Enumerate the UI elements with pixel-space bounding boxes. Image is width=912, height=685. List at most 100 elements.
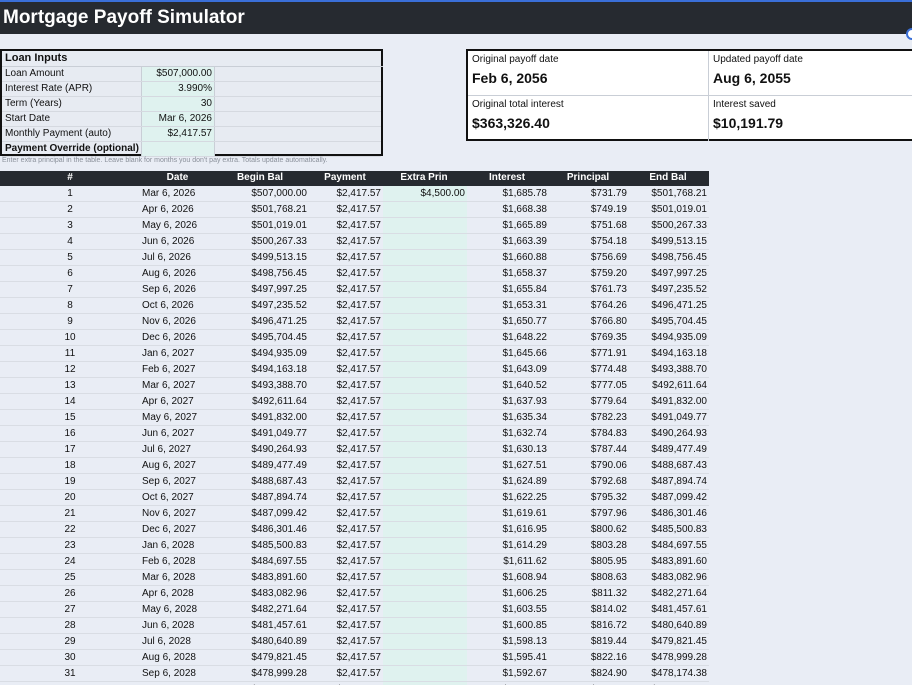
row-extra-prin-field[interactable] xyxy=(383,522,467,537)
input-row-loan-amount: Loan Amount $507,000.00 xyxy=(2,67,381,82)
row-interest: $1,685.78 xyxy=(502,188,548,199)
col-header-begin-bal: Begin Bal xyxy=(236,172,284,183)
row-number: 14 xyxy=(64,396,76,407)
row-extra-prin-field[interactable] xyxy=(383,506,467,521)
col-header-payment: Payment xyxy=(324,172,366,183)
row-end-bal: $492,611.64 xyxy=(652,380,707,391)
row-extra-prin-field[interactable] xyxy=(383,570,467,585)
row-extra-prin-field[interactable] xyxy=(383,394,467,409)
loan-amount-field[interactable]: $507,000.00 xyxy=(142,67,215,81)
row-extra-prin-field[interactable] xyxy=(383,554,467,569)
row-extra-prin-field[interactable] xyxy=(383,378,467,393)
row-extra-prin-field[interactable] xyxy=(383,666,467,681)
original-payoff-label: Original payoff date xyxy=(472,54,559,65)
row-begin-bal: $483,082.96 xyxy=(251,588,307,599)
row-extra-prin-field[interactable] xyxy=(383,618,467,633)
row-begin-bal: $480,640.89 xyxy=(251,636,307,647)
row-end-bal: $496,471.25 xyxy=(651,300,707,311)
row-date: Sep 6, 2027 xyxy=(142,476,196,487)
row-interest: $1,632.74 xyxy=(502,428,548,439)
row-principal: $800.62 xyxy=(590,524,627,535)
row-principal: $824.90 xyxy=(590,668,627,679)
row-date: Jun 6, 2027 xyxy=(142,428,195,439)
row-extra-prin-field[interactable] xyxy=(383,634,467,649)
row-payment: $2,417.57 xyxy=(336,460,382,471)
start-date-field[interactable]: Mar 6, 2026 xyxy=(142,112,215,126)
row-extra-prin-field[interactable] xyxy=(383,602,467,617)
row-date: Jan 6, 2027 xyxy=(142,348,195,359)
row-extra-prin-field[interactable] xyxy=(383,202,467,217)
row-number: 20 xyxy=(64,492,76,503)
row-payment: $2,417.57 xyxy=(336,636,382,647)
row-date: Aug 6, 2027 xyxy=(142,460,196,471)
row-begin-bal: $487,894.74 xyxy=(251,492,307,503)
interest-saved-label: Interest saved xyxy=(713,99,776,110)
table-row: 6 Aug 6, 2026 $498,756.45 $2,417.57 $1,658.3… xyxy=(0,266,709,282)
col-header-date: Date xyxy=(166,172,189,183)
row-extra-prin-field[interactable] xyxy=(383,426,467,441)
table-row: 1 Mar 6, 2026 $507,000.00 $2,417.57 $4,500.0… xyxy=(0,186,709,202)
row-interest: $1,595.41 xyxy=(502,652,548,663)
row-begin-bal: $499,513.15 xyxy=(251,252,307,263)
row-extra-prin-field[interactable] xyxy=(383,282,467,297)
row-principal: $756.69 xyxy=(590,252,627,263)
row-date: May 6, 2027 xyxy=(142,412,198,423)
row-payment: $2,417.57 xyxy=(336,588,382,599)
row-extra-prin-field[interactable] xyxy=(383,474,467,489)
row-extra-prin-field[interactable] xyxy=(383,586,467,601)
row-date: Aug 6, 2028 xyxy=(142,652,196,663)
row-payment: $2,417.57 xyxy=(336,348,382,359)
row-date: Apr 6, 2028 xyxy=(142,588,194,599)
row-extra-prin-field[interactable] xyxy=(383,442,467,457)
start-date-label: Start Date xyxy=(2,112,142,126)
term-field[interactable]: 30 xyxy=(142,97,215,111)
instructions-note: Enter extra principal in the table. Leav… xyxy=(2,157,328,164)
row-number: 28 xyxy=(64,620,76,631)
row-principal: $731.79 xyxy=(590,188,627,199)
row-principal: $784.83 xyxy=(590,428,627,439)
row-principal: $795.32 xyxy=(590,492,627,503)
resize-handle[interactable] xyxy=(906,28,912,40)
row-extra-prin-field[interactable] xyxy=(383,410,467,425)
row-extra-prin-field[interactable] xyxy=(383,330,467,345)
row-payment: $2,417.57 xyxy=(336,412,382,423)
row-end-bal: $487,099.42 xyxy=(651,492,707,503)
row-extra-prin-field[interactable] xyxy=(383,234,467,249)
row-begin-bal: $489,477.49 xyxy=(251,460,307,471)
row-number: 27 xyxy=(64,604,76,615)
row-payment: $2,417.57 xyxy=(336,524,382,535)
row-begin-bal: $483,891.60 xyxy=(251,572,307,583)
row-extra-prin-field[interactable] xyxy=(383,538,467,553)
row-extra-prin-field[interactable] xyxy=(383,490,467,505)
table-row: 14 Apr 6, 2027 $492,611.64 $2,417.57 $1,637.… xyxy=(0,394,709,410)
payment-override-field[interactable] xyxy=(142,142,215,156)
table-row: 7 Sep 6, 2026 $497,997.25 $2,417.57 $1,655.8… xyxy=(0,282,709,298)
row-extra-prin-field[interactable] xyxy=(383,346,467,361)
row-end-bal: $498,756.45 xyxy=(651,252,707,263)
row-principal: $754.18 xyxy=(590,236,627,247)
interest-rate-field[interactable]: 3.990% xyxy=(142,82,215,96)
row-begin-bal: $494,163.18 xyxy=(251,364,307,375)
row-begin-bal: $498,756.45 xyxy=(251,268,307,279)
row-extra-prin-field[interactable] xyxy=(383,266,467,281)
row-number: 19 xyxy=(64,476,76,487)
row-principal: $816.72 xyxy=(590,620,627,631)
row-extra-prin-field[interactable] xyxy=(383,314,467,329)
row-date: May 6, 2026 xyxy=(142,220,198,231)
row-extra-prin-field[interactable]: $4,500.00 xyxy=(383,186,467,201)
monthly-payment-label: Monthly Payment (auto) xyxy=(2,127,142,141)
row-extra-prin-field[interactable] xyxy=(383,250,467,265)
row-extra-prin-field[interactable] xyxy=(383,218,467,233)
row-begin-bal: $479,821.45 xyxy=(251,652,307,663)
row-extra-prin-field[interactable] xyxy=(383,298,467,313)
row-principal: $797.96 xyxy=(590,508,627,519)
row-interest: $1,624.89 xyxy=(502,476,548,487)
row-payment: $2,417.57 xyxy=(336,380,382,391)
row-end-bal: $491,049.77 xyxy=(651,412,707,423)
row-interest: $1,592.67 xyxy=(502,668,548,679)
row-extra-prin-field[interactable] xyxy=(383,650,467,665)
row-number: 23 xyxy=(64,540,76,551)
row-extra-prin-field[interactable] xyxy=(383,362,467,377)
row-extra-prin-field[interactable] xyxy=(383,458,467,473)
row-number: 6 xyxy=(67,268,73,279)
